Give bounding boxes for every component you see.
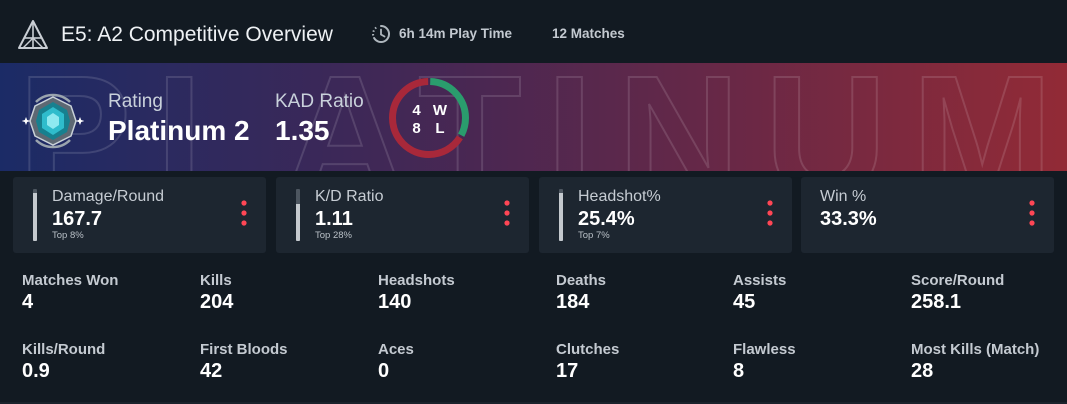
card-rank: Top 28% <box>315 230 352 241</box>
card-label: Win % <box>820 188 867 205</box>
stat-label: Kills/Round <box>22 341 106 358</box>
percentile-bar-fill <box>33 193 37 241</box>
stat-first-bloods: First Bloods 42 <box>200 341 370 383</box>
stat-label: Matches Won <box>22 272 119 289</box>
stat-most-kills-match: Most Kills (Match) 28 <box>911 341 1067 383</box>
kad-ratio-label: KAD Ratio <box>275 91 364 112</box>
rating-value: Platinum 2 <box>108 115 250 146</box>
win-loss-donut: 4 W 8 L <box>389 78 469 158</box>
stat-label: Headshots <box>378 272 455 289</box>
stat-label: First Bloods <box>200 341 288 358</box>
more-options-icon[interactable] <box>500 197 514 229</box>
wins-count: 4 <box>412 102 421 119</box>
stat-label: Aces <box>378 341 414 358</box>
page-title: E5: A2 Competitive Overview <box>61 23 333 46</box>
stat-value: 204 <box>200 291 234 313</box>
stat-flawless: Flawless 8 <box>733 341 903 383</box>
stat-clutches: Clutches 17 <box>556 341 726 383</box>
playtime-text: 6h 14m Play Time <box>399 26 513 41</box>
card-value: 25.4% <box>578 208 635 230</box>
percentile-bar <box>296 189 300 241</box>
competitive-overview-panel: E5: A2 Competitive Overview 6h 14m Play … <box>0 0 1067 404</box>
card-value: 33.3% <box>820 208 877 230</box>
card-label: K/D Ratio <box>315 188 384 205</box>
stat-label: Deaths <box>556 272 607 289</box>
stat-value: 28 <box>911 360 934 382</box>
stat-kills-round: Kills/Round 0.9 <box>22 341 192 383</box>
stat-value: 0 <box>378 360 390 382</box>
stat-label: Most Kills (Match) <box>911 341 1040 358</box>
card-value: 167.7 <box>52 208 103 230</box>
percentile-bar <box>33 189 37 241</box>
stat-score-round: Score/Round 258.1 <box>911 272 1067 314</box>
more-options-icon[interactable] <box>1025 197 1039 229</box>
stat-card-damage-round: Damage/Round 167.7 Top 8% <box>13 177 266 253</box>
more-options-icon[interactable] <box>763 197 777 229</box>
stat-value: 8 <box>733 360 745 382</box>
stat-card-win-pct: Win % 33.3% <box>801 177 1054 253</box>
kad-ratio-value: 1.35 <box>275 115 330 146</box>
matches-count: 12 Matches <box>552 26 625 41</box>
stat-headshots: Headshots 140 <box>378 272 548 314</box>
wins-label: W <box>433 102 448 119</box>
stat-label: Clutches <box>556 341 620 358</box>
stat-value: 184 <box>556 291 590 313</box>
stat-value: 140 <box>378 291 412 313</box>
more-options-icon[interactable] <box>237 197 251 229</box>
stat-kills: Kills 204 <box>200 272 370 314</box>
percentile-bar <box>559 189 563 241</box>
stat-label: Assists <box>733 272 787 289</box>
card-rank: Top 8% <box>52 230 84 241</box>
stat-label: Flawless <box>733 341 796 358</box>
stat-label: Kills <box>200 272 232 289</box>
stat-card-headshot-pct: Headshot% 25.4% Top 7% <box>539 177 792 253</box>
stat-value: 0.9 <box>22 360 50 382</box>
card-label: Damage/Round <box>52 188 165 205</box>
card-rank: Top 7% <box>578 230 610 241</box>
header-bar: E5: A2 Competitive Overview 6h 14m Play … <box>0 0 1067 63</box>
stat-value: 45 <box>733 291 756 313</box>
stat-matches-won: Matches Won 4 <box>22 272 192 314</box>
percentile-bar-fill <box>559 192 563 241</box>
losses-label: L <box>435 120 444 137</box>
stat-value: 4 <box>22 291 34 313</box>
stat-label: Score/Round <box>911 272 1005 289</box>
stat-value: 258.1 <box>911 291 962 313</box>
losses-count: 8 <box>412 120 420 137</box>
percentile-bar-fill <box>296 203 300 241</box>
card-value: 1.11 <box>315 208 353 230</box>
act-pyramid-icon <box>17 19 49 51</box>
stat-value: 17 <box>556 360 579 382</box>
rank-banner: PLATINUM Rating Platinum 2 KAD Ratio 1.3… <box>0 63 1067 171</box>
clock-icon <box>370 23 392 45</box>
stat-assists: Assists 45 <box>733 272 903 314</box>
rating-label: Rating <box>108 91 163 112</box>
stat-card-kd-ratio: K/D Ratio 1.11 Top 28% <box>276 177 529 253</box>
stat-value: 42 <box>200 360 223 382</box>
platinum-rank-icon <box>21 90 85 152</box>
card-label: Headshot% <box>578 188 661 205</box>
stat-deaths: Deaths 184 <box>556 272 726 314</box>
stat-aces: Aces 0 <box>378 341 548 383</box>
